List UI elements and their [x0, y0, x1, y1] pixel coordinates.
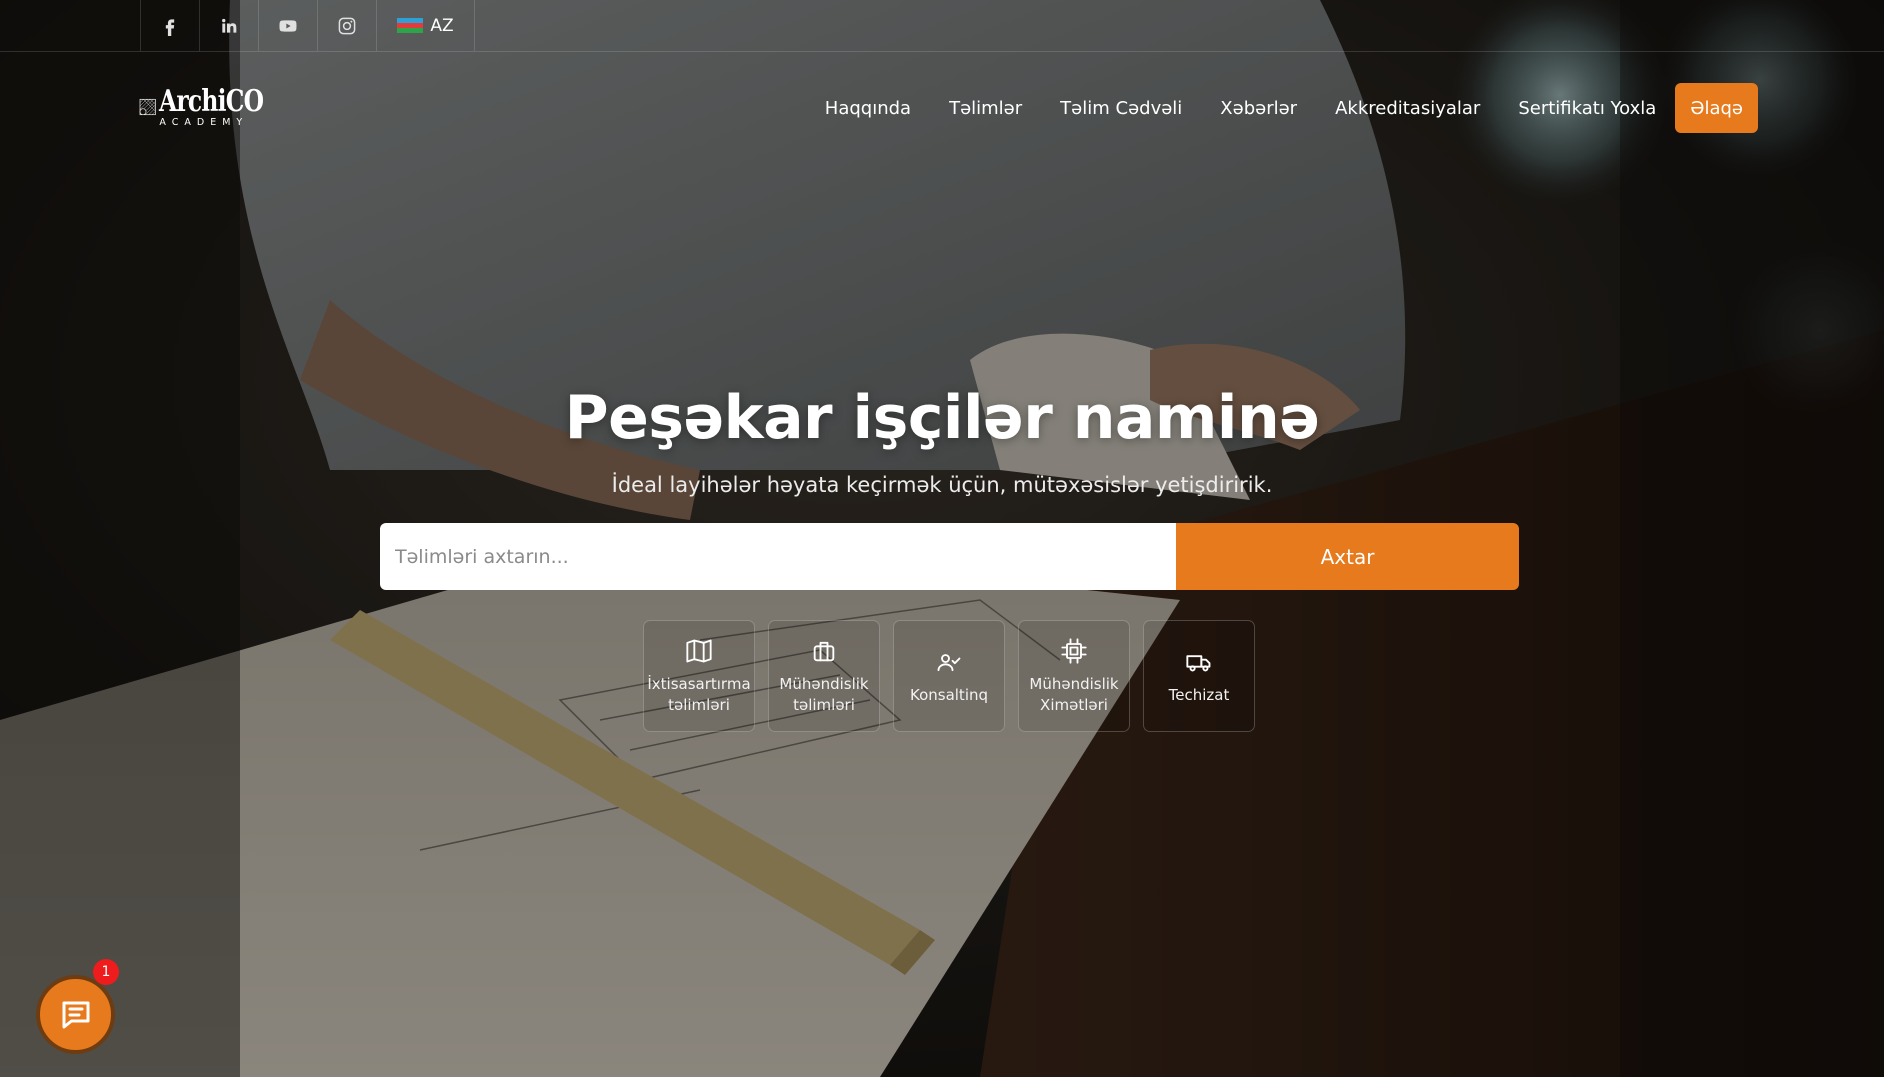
search-input[interactable] [380, 523, 1176, 590]
category-card-engineering-trainings[interactable]: Mühəndislik təlimləri [768, 620, 880, 732]
category-card-supply[interactable]: Techizat [1143, 620, 1255, 732]
nav-item-schedule[interactable]: Təlim Cədvəli [1060, 98, 1182, 119]
logo[interactable]: ArchiCO ACADEMY [139, 81, 293, 133]
user-check-icon [934, 647, 964, 677]
category-label: Konsaltinq [909, 685, 989, 704]
facebook-icon[interactable] [140, 0, 199, 51]
azerbaijan-flag-icon [397, 17, 424, 34]
map-icon [684, 636, 714, 666]
main-nav: Haqqında Təlimlər Təlim Cədvəli Xəbərlər… [825, 83, 1758, 133]
logo-subtitle: ACADEMY [159, 116, 249, 128]
search-bar: Axtar [380, 523, 1519, 590]
hero-title: Peşəkar işçilər naminə [564, 383, 1320, 453]
truck-icon [1184, 647, 1214, 677]
language-selector[interactable]: AZ [376, 0, 475, 51]
chat-button[interactable] [36, 975, 115, 1054]
hero-subtitle: İdeal layihələr həyata keçirmək üçün, mü… [611, 473, 1273, 497]
language-label: AZ [430, 15, 454, 36]
category-card-upskilling[interactable]: İxtisasartırma təlimləri [643, 620, 755, 732]
chat-icon [62, 1001, 89, 1028]
contact-button[interactable]: Əlaqə [1675, 83, 1758, 133]
category-card-engineering-services[interactable]: Mühəndislik Ximətləri [1018, 620, 1130, 732]
category-label: İxtisasartırma təlimləri [647, 675, 751, 714]
youtube-icon[interactable] [258, 0, 317, 51]
instagram-icon[interactable] [317, 0, 376, 51]
category-label: Techizat [1168, 685, 1230, 704]
category-label: Mühəndislik təlimləri [779, 675, 869, 714]
linkedin-icon[interactable] [199, 0, 258, 51]
search-button[interactable]: Axtar [1176, 523, 1519, 590]
top-bar: AZ [0, 0, 1884, 52]
nav-item-news[interactable]: Xəbərlər [1220, 98, 1297, 119]
nav-item-about[interactable]: Haqqında [825, 98, 911, 119]
nav-item-accreditations[interactable]: Akkreditasiyalar [1335, 98, 1480, 119]
nav-item-trainings[interactable]: Təlimlər [949, 98, 1022, 119]
briefcase-icon [809, 636, 839, 666]
category-list: İxtisasartırma təlimləri Mühəndislik təlim… [643, 620, 1255, 732]
category-label: Mühəndislik Ximətləri [1029, 675, 1119, 714]
cpu-icon [1059, 636, 1089, 666]
logo-mark-icon [139, 98, 156, 116]
logo-title: ArchiCO [159, 83, 264, 119]
category-card-consulting[interactable]: Konsaltinq [893, 620, 1005, 732]
nav-item-verify-certificate[interactable]: Sertifikatı Yoxla [1518, 98, 1656, 119]
chat-notification-badge: 1 [93, 959, 119, 985]
